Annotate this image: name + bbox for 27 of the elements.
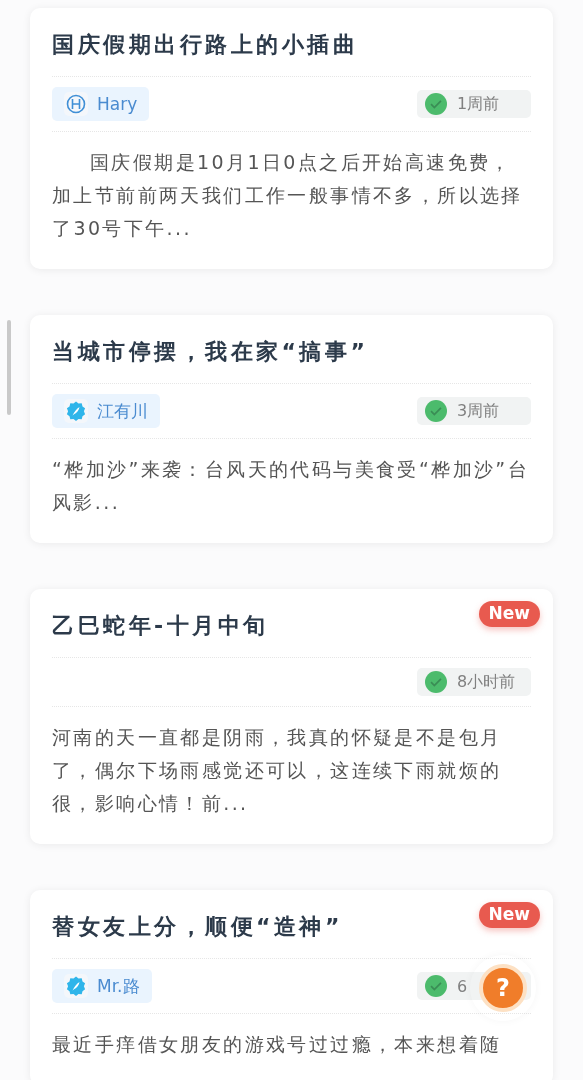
- new-badge: New: [478, 601, 540, 627]
- post-excerpt: “桦加沙”来袭：台风天的代码与美食受“桦加沙”台风影...: [52, 457, 530, 515]
- feather-badge-icon: [64, 399, 88, 423]
- new-badge: New: [478, 902, 540, 928]
- post-time: 3周前: [457, 400, 500, 422]
- check-icon: [425, 975, 447, 997]
- author-name: 江有川: [97, 399, 148, 423]
- check-icon: [425, 671, 447, 693]
- h-logo-icon: [64, 92, 88, 116]
- feather-badge-icon: [64, 974, 88, 998]
- post-card[interactable]: 国庆假期出行路上的小插曲 Hary 1周前 国庆假期是10月1日0点之后开始高速免费，加上节前前两天我们工作一般事情不多，所以选择了30号下午...: [30, 8, 553, 269]
- post-title[interactable]: 替女友上分，顺便“造神”: [52, 912, 343, 942]
- post-title[interactable]: 国庆假期出行路上的小插曲: [52, 30, 358, 60]
- author-name: Mr.路: [97, 974, 140, 998]
- post-card[interactable]: New 乙巳蛇年-十月中旬 8小时前 河南的天一直都是阴雨，我真的怀疑是不是包月了，偶尔下场雨感觉还可以，这连续下雨就烦的很，影响心情！前...: [30, 589, 553, 844]
- post-time: 8小时前: [457, 671, 516, 693]
- author-name: Hary: [97, 94, 138, 114]
- check-icon: [425, 93, 447, 115]
- post-excerpt: 最近手痒借女朋友的游戏号过过瘾，本来想着随: [52, 1032, 503, 1057]
- post-time: 6: [457, 976, 468, 996]
- post-time: 1周前: [457, 93, 500, 115]
- check-icon: [425, 400, 447, 422]
- post-excerpt: 国庆假期是10月1日0点之后开始高速免费，加上节前前两天我们工作一般事情不多，所以选择了30号下午...: [52, 150, 524, 241]
- post-title[interactable]: 乙巳蛇年-十月中旬: [52, 611, 269, 641]
- post-excerpt: 河南的天一直都是阴雨，我真的怀疑是不是包月了，偶尔下场雨感觉还可以，这连续下雨就烦的很，影响心情！前...: [52, 725, 503, 816]
- post-title[interactable]: 当城市停摆，我在家“搞事”: [52, 337, 369, 367]
- post-card[interactable]: 当城市停摆，我在家“搞事” 江有川 3周前 “桦加沙”来袭：台风天的代码与美食受“桦加沙”台风影...: [30, 315, 553, 543]
